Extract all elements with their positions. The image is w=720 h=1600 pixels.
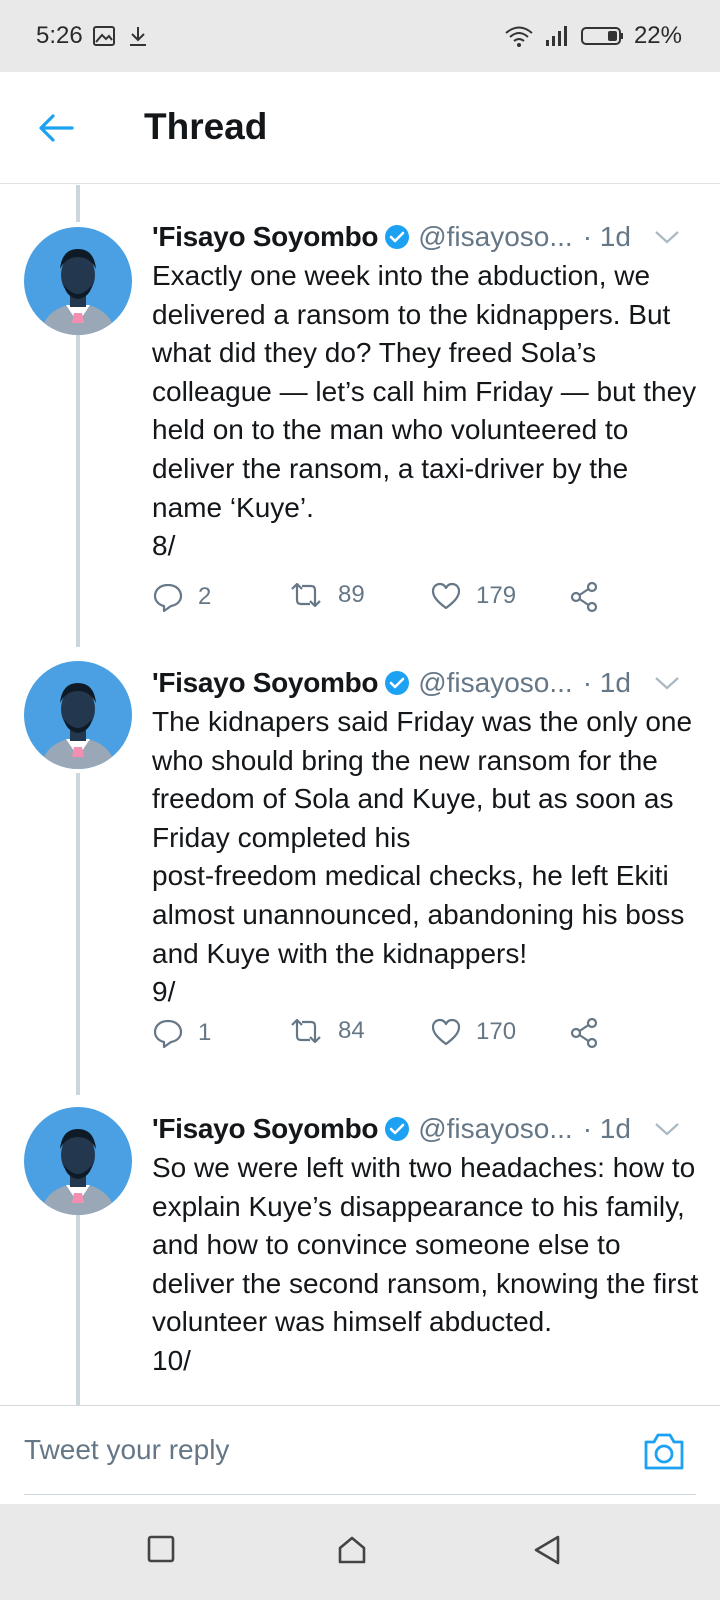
- tweet-text: The kidnapers said Friday was the only o…: [152, 706, 693, 1008]
- author-name[interactable]: 'Fisayo Soyombo: [152, 1113, 379, 1145]
- page-title: Thread: [144, 106, 268, 147]
- tweet-time: · 1d: [582, 1113, 631, 1144]
- back-button[interactable]: [32, 104, 80, 152]
- retweet-icon: [291, 1018, 321, 1044]
- signal-icon: [545, 26, 567, 46]
- tweet-text: So we were left with two headaches: how …: [152, 1152, 699, 1376]
- share-icon: [570, 581, 598, 613]
- share-button[interactable]: [568, 1017, 600, 1049]
- share-icon: [570, 1017, 598, 1049]
- chevron-down-icon: [655, 1123, 679, 1136]
- tweet-header: 'Fisayo Soyombo @fisayoso... · 1d: [152, 665, 631, 701]
- tweet-text: Exactly one week into the abduction, we …: [152, 260, 697, 562]
- thread-connector: [76, 1210, 80, 1405]
- author-handle[interactable]: @fisayoso...: [418, 1113, 572, 1145]
- verified-badge-icon: [384, 224, 410, 250]
- share-button[interactable]: [568, 581, 600, 613]
- like-button[interactable]: 170: [430, 1017, 516, 1047]
- avatar[interactable]: [24, 227, 132, 335]
- thread-header: Thread: [0, 72, 720, 184]
- author-name[interactable]: 'Fisayo Soyombo: [152, 221, 379, 253]
- home-button[interactable]: [336, 1534, 368, 1571]
- tweet-menu-button[interactable]: [654, 229, 680, 245]
- tweet-time: · 1d: [582, 221, 631, 252]
- retweet-count: 84: [338, 1017, 365, 1044]
- avatar[interactable]: [24, 1107, 132, 1215]
- home-icon: [338, 1536, 366, 1564]
- reply-input[interactable]: Tweet your reply: [24, 1434, 229, 1466]
- like-count: 170: [476, 1018, 517, 1045]
- reply-count: 1: [198, 1019, 212, 1046]
- author-handle[interactable]: @fisayoso...: [418, 221, 572, 253]
- retweet-button[interactable]: 89: [288, 581, 365, 609]
- reply-underline: [24, 1494, 696, 1495]
- tweet-header: 'Fisayo Soyombo @fisayoso... · 1d: [152, 1111, 631, 1147]
- reply-button[interactable]: 2: [152, 581, 211, 613]
- status-time: 5:26: [36, 22, 83, 49]
- camera-icon: [644, 1433, 684, 1470]
- reply-icon: [153, 583, 183, 613]
- tweet-actions: 2 89 179: [152, 581, 622, 621]
- notification-icons: [92, 24, 150, 48]
- verified-badge-icon: [384, 1116, 410, 1142]
- tweet-actions: 1 84 170: [152, 1017, 622, 1057]
- thread-connector: [76, 335, 80, 647]
- heart-icon: [431, 1018, 461, 1046]
- verified-badge-icon: [384, 670, 410, 696]
- status-right: 22%: [504, 22, 682, 50]
- reply-icon: [153, 1019, 183, 1049]
- back-nav-button[interactable]: [532, 1534, 562, 1571]
- wifi-icon: [505, 26, 533, 47]
- image-icon: [93, 26, 115, 46]
- status-bar: 5:26 22%: [0, 0, 720, 72]
- tweet-header: 'Fisayo Soyombo @fisayoso... · 1d: [152, 219, 631, 255]
- tweet-menu-button[interactable]: [654, 1121, 680, 1137]
- avatar[interactable]: [24, 661, 132, 769]
- system-nav-bar: [0, 1504, 720, 1600]
- tweet-time: · 1d: [582, 667, 631, 698]
- thread-connector: [76, 773, 80, 1095]
- reply-button[interactable]: 1: [152, 1017, 211, 1049]
- download-icon: [130, 27, 146, 46]
- thread-connector: [76, 185, 80, 222]
- chevron-down-icon: [655, 231, 679, 244]
- recents-button[interactable]: [146, 1534, 176, 1569]
- like-button[interactable]: 179: [430, 581, 516, 611]
- arrow-left-icon: [39, 114, 74, 142]
- reply-bar: Tweet your reply: [0, 1405, 720, 1503]
- author-name[interactable]: 'Fisayo Soyombo: [152, 667, 379, 699]
- like-count: 179: [476, 582, 517, 609]
- chevron-down-icon: [655, 677, 679, 690]
- retweet-button[interactable]: 84: [288, 1017, 365, 1045]
- battery-icon: [580, 27, 623, 45]
- retweet-icon: [291, 582, 321, 608]
- thread-list[interactable]: 'Fisayo Soyombo @fisayoso... · 1d Exactl…: [0, 185, 720, 1405]
- heart-icon: [431, 582, 461, 610]
- battery-percent: 22%: [633, 22, 682, 49]
- triangle-back-icon: [534, 1535, 560, 1565]
- camera-button[interactable]: [642, 1430, 686, 1477]
- author-handle[interactable]: @fisayoso...: [418, 667, 572, 699]
- reply-count: 2: [198, 583, 212, 610]
- tweet-menu-button[interactable]: [654, 675, 680, 691]
- square-icon: [147, 1535, 175, 1563]
- retweet-count: 89: [338, 581, 365, 608]
